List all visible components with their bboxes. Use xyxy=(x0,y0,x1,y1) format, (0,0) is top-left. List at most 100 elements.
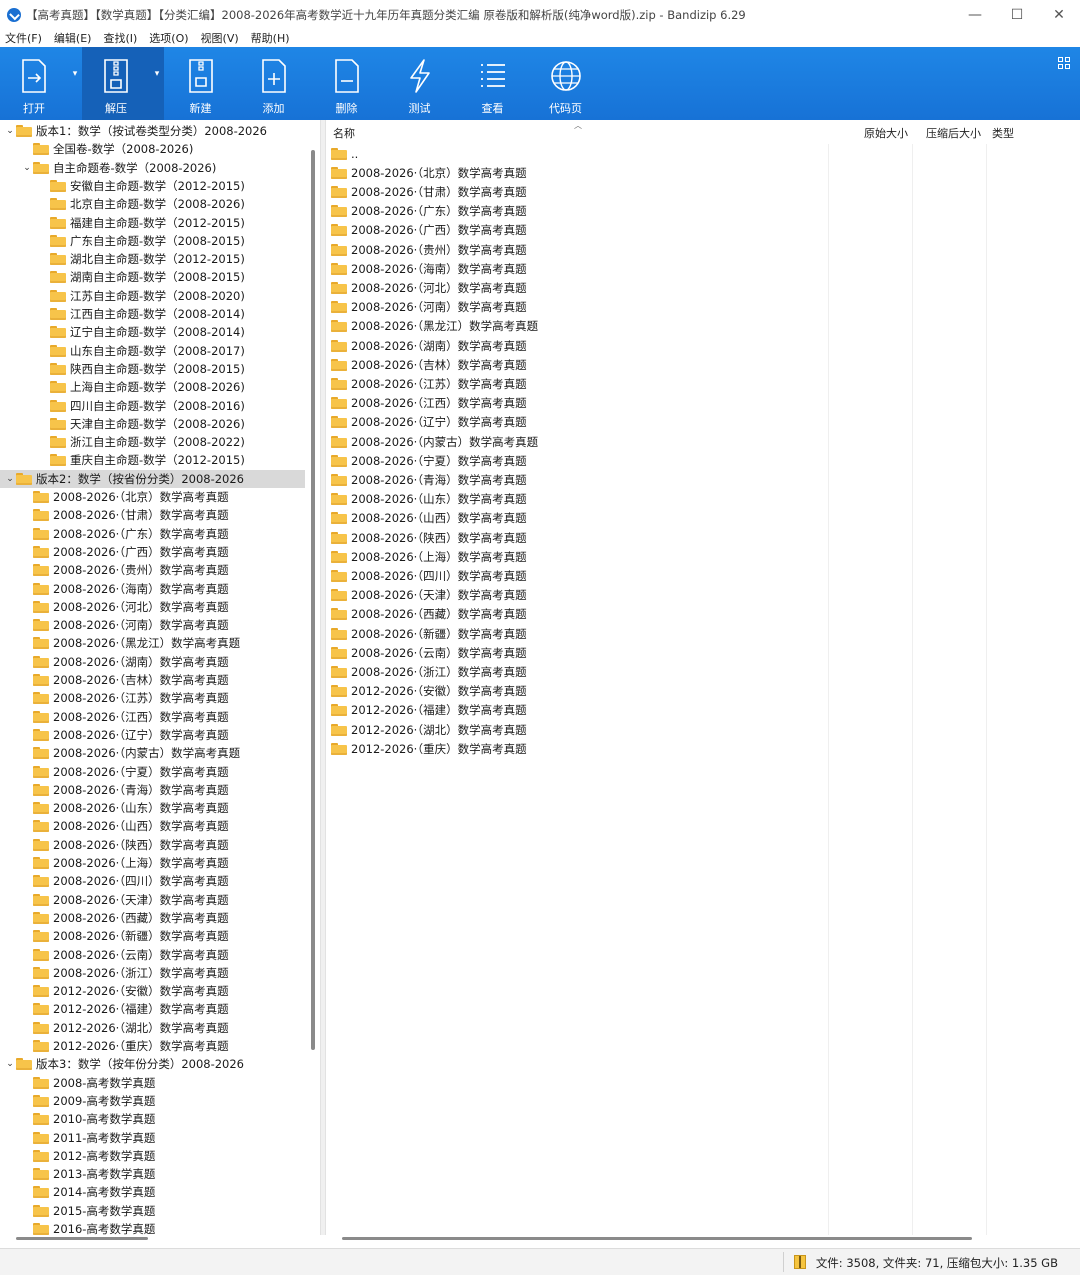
list-item[interactable]: 2008-2026·（新疆）数学高考真题 xyxy=(331,624,527,643)
list-item[interactable]: 2008-2026·（宁夏）数学高考真题 xyxy=(331,451,527,470)
column-name[interactable]: 名称 xyxy=(333,125,355,141)
tree-item[interactable]: 辽宁自主命题-数学（2008-2014) xyxy=(0,323,245,341)
collapse-toggle-icon[interactable]: ⌄ xyxy=(4,1055,16,1073)
list-item[interactable]: 2008-2026·（内蒙古）数学高考真题 xyxy=(331,432,538,451)
tree-item[interactable]: 湖南自主命题-数学（2008-2015) xyxy=(0,268,245,286)
tree-item[interactable]: 2008-2026·（辽宁）数学高考真题 xyxy=(0,726,229,744)
extract-button[interactable]: 解压 xyxy=(82,47,150,120)
tree-item[interactable]: 2013-高考数学真题 xyxy=(0,1165,155,1183)
list-item[interactable]: 2008-2026·（湖南）数学高考真题 xyxy=(331,336,527,355)
tree-item[interactable]: 2008-2026·（宁夏）数学高考真题 xyxy=(0,763,229,781)
test-button[interactable]: 测试 xyxy=(383,47,456,120)
tree-item[interactable]: 2015-高考数学真题 xyxy=(0,1202,155,1220)
codepage-button[interactable]: 代码页 xyxy=(529,47,602,120)
tree-item[interactable]: 2012-2026·（湖北）数学高考真题 xyxy=(0,1019,229,1037)
tree-item[interactable]: 2010-高考数学真题 xyxy=(0,1110,155,1128)
tree-item[interactable]: 2008-2026·（湖南）数学高考真题 xyxy=(0,653,229,671)
tree-item[interactable]: 2008-2026·（海南）数学高考真题 xyxy=(0,580,229,598)
tree-item[interactable]: 2009-高考数学真题 xyxy=(0,1092,155,1110)
tree-item[interactable]: 2008-2026·（甘肃）数学高考真题 xyxy=(0,506,229,524)
list-item[interactable]: 2008-2026·（山东）数学高考真题 xyxy=(331,490,527,509)
collapse-toggle-icon[interactable]: ⌄ xyxy=(21,159,33,177)
minimize-button[interactable]: — xyxy=(954,0,996,29)
maximize-button[interactable]: ☐ xyxy=(996,0,1038,29)
tree-item[interactable]: 湖北自主命题-数学（2012-2015) xyxy=(0,250,245,268)
menu-options[interactable]: 选项(O) xyxy=(149,30,188,46)
open-dropdown[interactable]: ▾ xyxy=(68,47,82,120)
collapse-toggle-icon[interactable]: ⌄ xyxy=(4,122,16,140)
list-item[interactable]: 2008-2026·（吉林）数学高考真题 xyxy=(331,355,527,374)
list-item[interactable]: 2008-2026·（上海）数学高考真题 xyxy=(331,547,527,566)
column-type[interactable]: 类型 xyxy=(992,125,1014,141)
tree-item[interactable]: 2012-2026·（安徽）数学高考真题 xyxy=(0,982,229,1000)
tree-item[interactable]: 2016-高考数学真题 xyxy=(0,1220,155,1235)
list-item[interactable]: 2008-2026·（甘肃）数学高考真题 xyxy=(331,182,527,201)
extract-dropdown[interactable]: ▾ xyxy=(150,47,164,120)
tree-item[interactable]: ⌄ 版本1：数学（按试卷类型分类）2008-2026 xyxy=(0,122,267,140)
list-item[interactable]: 2008-2026·（浙江）数学高考真题 xyxy=(331,662,527,681)
tree-item[interactable]: 陕西自主命题-数学（2008-2015) xyxy=(0,360,245,378)
tree-item[interactable]: 2008-2026·（浙江）数学高考真题 xyxy=(0,964,229,982)
tree-item[interactable]: 2008-2026·（黑龙江）数学高考真题 xyxy=(0,634,240,652)
tree-item[interactable]: 2008-2026·（广东）数学高考真题 xyxy=(0,525,229,543)
list-item[interactable]: 2008-2026·（云南）数学高考真题 xyxy=(331,643,527,662)
tree-item[interactable]: 2008-2026·（广西）数学高考真题 xyxy=(0,543,229,561)
tree-item[interactable]: 2012-2026·（重庆）数学高考真题 xyxy=(0,1037,229,1055)
list-item[interactable]: 2008-2026·（贵州）数学高考真题 xyxy=(331,240,527,259)
new-button[interactable]: 新建 xyxy=(164,47,237,120)
tree-item[interactable]: 2008-2026·（山西）数学高考真题 xyxy=(0,817,229,835)
tree-item[interactable]: 2008-高考数学真题 xyxy=(0,1074,155,1092)
tree-item[interactable]: 2008-2026·（青海）数学高考真题 xyxy=(0,781,229,799)
list-item[interactable]: 2008-2026·（北京）数学高考真题 xyxy=(331,163,527,182)
tree-item[interactable]: 四川自主命题-数学（2008-2016) xyxy=(0,397,245,415)
tree-item[interactable]: 2008-2026·（贵州）数学高考真题 xyxy=(0,561,229,579)
tree-item[interactable]: 上海自主命题-数学（2008-2026) xyxy=(0,378,245,396)
view-button[interactable]: 查看 xyxy=(456,47,529,120)
tree-item[interactable]: 2014-高考数学真题 xyxy=(0,1183,155,1201)
tree-item[interactable]: 全国卷-数学（2008-2026) xyxy=(0,140,193,158)
folder-tree[interactable]: ⌄ 版本1：数学（按试卷类型分类）2008-2026 全国卷-数学（2008-202… xyxy=(0,120,320,1235)
parent-folder-row[interactable]: .. xyxy=(331,144,358,163)
tree-vertical-scrollbar[interactable] xyxy=(311,150,315,1050)
menu-file[interactable]: 文件(F) xyxy=(5,30,42,46)
tree-item[interactable]: 2008-2026·（河北）数学高考真题 xyxy=(0,598,229,616)
tree-item[interactable]: 广东自主命题-数学（2008-2015) xyxy=(0,232,245,250)
tree-item[interactable]: ⌄ 版本2：数学（按省份分类）2008-2026 xyxy=(0,469,305,488)
tree-item[interactable]: 北京自主命题-数学（2008-2026) xyxy=(0,195,245,213)
menu-find[interactable]: 查找(I) xyxy=(103,30,137,46)
tree-item[interactable]: 2008-2026·（河南）数学高考真题 xyxy=(0,616,229,634)
tree-item[interactable]: 2008-2026·（北京）数学高考真题 xyxy=(0,488,229,506)
open-button[interactable]: 打开 xyxy=(0,47,68,120)
tree-item[interactable]: 浙江自主命题-数学（2008-2022) xyxy=(0,433,245,451)
tree-item[interactable]: 2008-2026·（江西）数学高考真题 xyxy=(0,708,229,726)
tree-item[interactable]: 2008-2026·（天津）数学高考真题 xyxy=(0,891,229,909)
list-item[interactable]: 2008-2026·（河北）数学高考真题 xyxy=(331,278,527,297)
tree-horizontal-scrollbar[interactable] xyxy=(16,1237,148,1240)
tree-item[interactable]: 福建自主命题-数学（2012-2015) xyxy=(0,214,245,232)
list-horizontal-scrollbar[interactable] xyxy=(342,1237,972,1240)
list-item[interactable]: 2008-2026·（广东）数学高考真题 xyxy=(331,202,527,221)
tree-item[interactable]: 2012-2026·（福建）数学高考真题 xyxy=(0,1000,229,1018)
delete-button[interactable]: 删除 xyxy=(310,47,383,120)
tree-item[interactable]: 山东自主命题-数学（2008-2017) xyxy=(0,342,245,360)
tree-item[interactable]: 2008-2026·（四川）数学高考真题 xyxy=(0,872,229,890)
list-item[interactable]: 2012-2026·（安徽）数学高考真题 xyxy=(331,682,527,701)
list-item[interactable]: 2008-2026·（海南）数学高考真题 xyxy=(331,259,527,278)
tree-item[interactable]: 2008-2026·（陕西）数学高考真题 xyxy=(0,836,229,854)
list-item[interactable]: 2008-2026·（辽宁）数学高考真题 xyxy=(331,413,527,432)
list-item[interactable]: 2012-2026·（福建）数学高考真题 xyxy=(331,701,527,720)
column-compressed-size[interactable]: 压缩后大小 xyxy=(926,125,981,141)
menu-edit[interactable]: 编辑(E) xyxy=(54,30,92,46)
tree-item[interactable]: ⌄ 版本3：数学（按年份分类）2008-2026 xyxy=(0,1055,244,1073)
tree-item[interactable]: 2008-2026·（吉林）数学高考真题 xyxy=(0,671,229,689)
collapse-toggle-icon[interactable]: ⌄ xyxy=(4,470,16,488)
list-item[interactable]: 2008-2026·（江苏）数学高考真题 xyxy=(331,374,527,393)
tree-item[interactable]: 2008-2026·（西藏）数学高考真题 xyxy=(0,909,229,927)
close-button[interactable]: ✕ xyxy=(1038,0,1080,29)
menu-help[interactable]: 帮助(H) xyxy=(251,30,290,46)
layout-grid-icon[interactable] xyxy=(1058,57,1070,69)
tree-item[interactable]: 2008-2026·（山东）数学高考真题 xyxy=(0,799,229,817)
tree-item[interactable]: 安徽自主命题-数学（2012-2015) xyxy=(0,177,245,195)
tree-item[interactable]: 江苏自主命题-数学（2008-2020) xyxy=(0,287,245,305)
list-item[interactable]: 2008-2026·（四川）数学高考真题 xyxy=(331,566,527,585)
